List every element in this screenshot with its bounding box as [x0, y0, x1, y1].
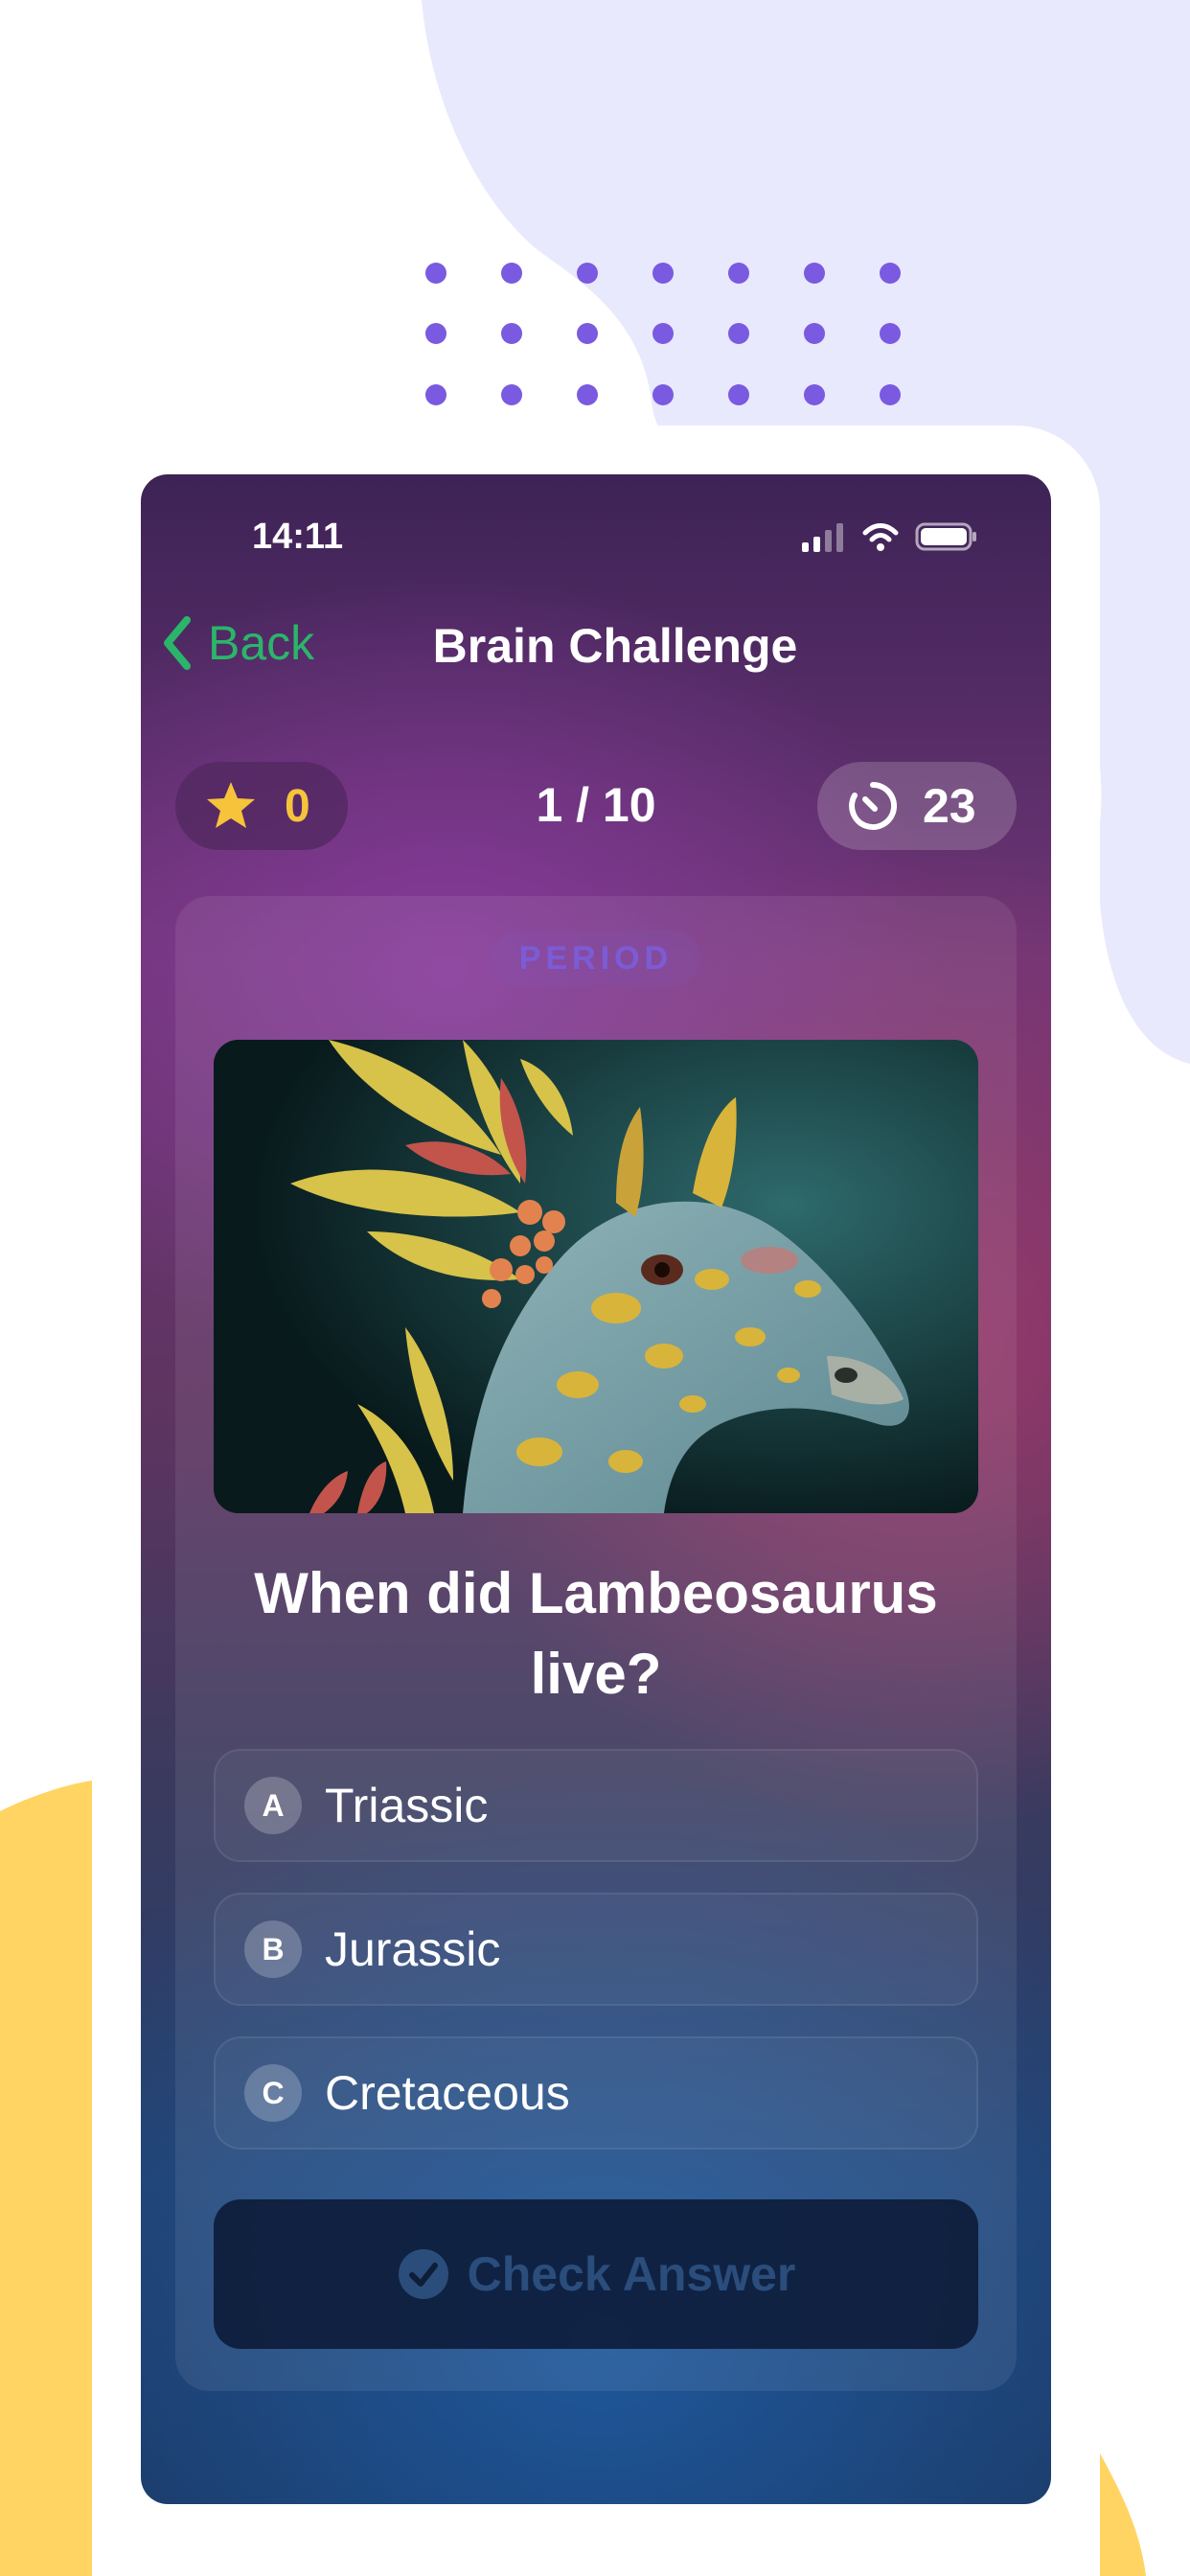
wifi-icon: [862, 523, 899, 551]
signal-icon: [802, 523, 843, 552]
category-badge: PERIOD: [492, 931, 700, 986]
timer-value: 23: [923, 779, 976, 833]
app-screen: 14:11 Back Brain Challenge 0 1 / 10 23 P…: [141, 474, 1051, 2504]
option-label: Triassic: [325, 1779, 489, 1832]
option-label: Jurassic: [325, 1922, 501, 1976]
option-b[interactable]: B Jurassic: [214, 1893, 978, 2006]
question-image: [214, 1040, 978, 1513]
check-circle-icon: [398, 2249, 448, 2299]
battery-icon: [915, 522, 976, 551]
option-label: Cretaceous: [325, 2066, 570, 2120]
option-letter-badge: C: [244, 2064, 302, 2122]
question-card: PERIOD When did Lambeosaurus live? A Tri…: [175, 896, 1017, 2391]
status-icons: [800, 520, 978, 553]
option-letter-badge: A: [244, 1777, 302, 1834]
timer-icon: [849, 782, 898, 830]
check-answer-button[interactable]: Check Answer: [214, 2199, 978, 2349]
page-title: Brain Challenge: [432, 619, 798, 673]
option-a[interactable]: A Triassic: [214, 1749, 978, 1862]
option-c[interactable]: C Cretaceous: [214, 2036, 978, 2150]
timer-badge: 23: [817, 762, 1017, 850]
status-time: 14:11: [252, 517, 344, 557]
option-letter-badge: B: [244, 1920, 302, 1978]
decorative-dot-grid: [425, 263, 901, 405]
check-answer-label: Check Answer: [467, 2247, 796, 2301]
question-text: When did Lambeosaurus live?: [254, 1561, 938, 1706]
lambeosaurus-illustration: [214, 1040, 978, 1513]
